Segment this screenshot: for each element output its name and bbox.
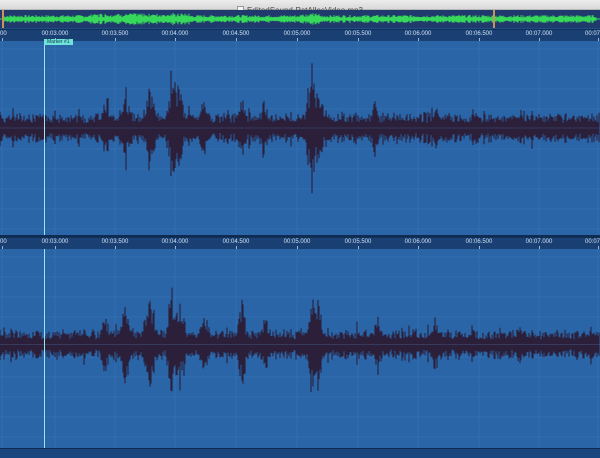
ruler-tick-label: 00:04.500 <box>222 239 250 245</box>
window-titlebar: EditedSound-PatAllesVideo.mp3 <box>0 0 600 15</box>
ruler-tick-label: 00:05.500 <box>344 239 372 245</box>
marker-line-top[interactable] <box>44 45 45 235</box>
ruler-tick-label: 00:06.000 <box>404 31 432 37</box>
ruler-tick-label: 00:03.000 <box>41 31 69 37</box>
waveform-track-right[interactable] <box>0 249 600 448</box>
ruler-tick-label: 00:05.000 <box>283 31 311 37</box>
selection-handle-right <box>493 10 495 28</box>
ruler-tick-label: 00:07 <box>584 31 600 37</box>
ruler-tick-label: 00:07.000 <box>525 239 553 245</box>
waveform-left-graphic <box>0 41 600 235</box>
ruler-tick-label: 00 <box>0 239 7 245</box>
ruler-tick-label: 00:05.500 <box>344 31 372 37</box>
overview-waveform-graphic <box>0 10 600 28</box>
ruler-tick-label: 00:03.500 <box>101 31 129 37</box>
ruler-tick-label: 00:07 <box>584 239 600 245</box>
overview-waveform[interactable] <box>0 10 600 28</box>
ruler-tick-label: 00:05.000 <box>283 239 311 245</box>
ruler-tick-label: 00:03.500 <box>101 239 129 245</box>
ruler-tick-label: 00:03.000 <box>41 239 69 245</box>
ruler-tick-label: 00 <box>0 31 7 37</box>
ruler-tick-label: 00:06.500 <box>465 31 493 37</box>
ruler-tick-label: 00:04.000 <box>161 239 189 245</box>
marker-line-bottom[interactable] <box>44 249 45 448</box>
ruler-tick-label: 00:04.000 <box>161 31 189 37</box>
marker-flag[interactable]: Marker #1 <box>44 39 73 45</box>
selection-handle-left <box>2 10 4 28</box>
waveform-path <box>0 287 600 392</box>
waveform-track-left[interactable] <box>0 41 600 235</box>
ruler-tick-label: 00:06.500 <box>465 239 493 245</box>
ruler-tick-label: 00:06.000 <box>404 239 432 245</box>
ruler-tick-label: 00:07.000 <box>525 31 553 37</box>
ruler-tick-label: 00:04.500 <box>222 31 250 37</box>
waveform-right-graphic <box>0 249 600 448</box>
